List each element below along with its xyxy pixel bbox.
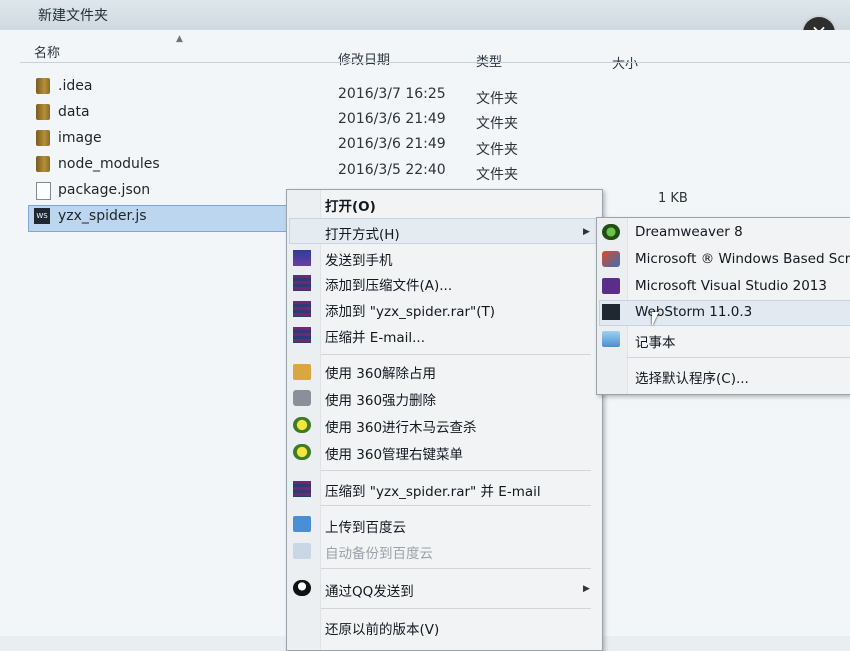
file-name: package.json bbox=[58, 182, 151, 198]
winrar-icon bbox=[293, 275, 311, 291]
winrar-icon bbox=[293, 327, 311, 343]
file-type: 文件夹 bbox=[476, 116, 518, 132]
menu-item-open[interactable]: 打开(O) bbox=[325, 195, 376, 215]
column-header-date[interactable]: 修改日期 bbox=[338, 49, 390, 68]
menu-item-add-to-rar[interactable]: 添加到 "yzx_spider.rar"(T) bbox=[325, 300, 495, 320]
menu-item-360-delete[interactable]: 使用 360强力删除 bbox=[325, 389, 436, 409]
file-name: yzx_spider.js bbox=[58, 208, 147, 224]
menu-item-360-scan[interactable]: 使用 360进行木马云查杀 bbox=[325, 416, 477, 436]
menu-item-compress-email[interactable]: 压缩并 E-mail... bbox=[325, 326, 425, 346]
360-scan-icon bbox=[293, 417, 311, 433]
window-title: 新建文件夹 bbox=[38, 8, 108, 24]
file-type: 文件夹 bbox=[476, 167, 518, 183]
winrar-icon bbox=[293, 481, 311, 497]
menu-item-360-manage-menu[interactable]: 使用 360管理右键菜单 bbox=[325, 443, 463, 463]
file-name: .idea bbox=[58, 78, 93, 94]
open-with-dreamweaver[interactable]: Dreamweaver 8 bbox=[635, 224, 743, 240]
folder-icon bbox=[36, 156, 50, 172]
menu-separator bbox=[321, 505, 591, 506]
folder-icon bbox=[36, 130, 50, 146]
menu-item-auto-backup-baidu[interactable]: 自动备份到百度云 bbox=[325, 542, 433, 562]
menu-separator bbox=[627, 357, 850, 358]
360-unlock-icon bbox=[293, 364, 311, 380]
submenu-arrow-icon: ▶ bbox=[583, 227, 590, 237]
menu-item-compress-to-rar-email[interactable]: 压缩到 "yzx_spider.rar" 并 E-mail bbox=[325, 480, 541, 500]
file-date: 2016/3/7 16:25 bbox=[338, 86, 446, 102]
menu-separator bbox=[321, 608, 591, 609]
menu-item-add-to-archive[interactable]: 添加到压缩文件(A)... bbox=[325, 274, 452, 294]
file-date: 2016/3/5 22:40 bbox=[338, 162, 446, 178]
menu-separator bbox=[321, 470, 591, 471]
menu-item-upload-baidu[interactable]: 上传到百度云 bbox=[325, 516, 406, 536]
notepad-icon bbox=[602, 331, 620, 347]
menu-separator bbox=[321, 354, 591, 355]
baidu-cloud-icon bbox=[293, 516, 311, 532]
dreamweaver-icon bbox=[602, 224, 620, 240]
winrar-icon bbox=[293, 301, 311, 317]
baidu-cloud-icon bbox=[293, 543, 311, 559]
window-titlebar: 新建文件夹 bbox=[0, 0, 850, 30]
file-name: data bbox=[58, 104, 90, 120]
webstorm-file-icon: WS bbox=[34, 208, 50, 224]
file-name: node_modules bbox=[58, 156, 160, 172]
context-menu: 打开(O) 打开方式(H) ▶ 发送到手机 添加到压缩文件(A)... 添加到 … bbox=[286, 189, 603, 651]
open-with-submenu: Dreamweaver 8 Microsoft ® Windows Based … bbox=[596, 217, 850, 395]
webstorm-icon bbox=[602, 304, 620, 320]
open-with-visual-studio[interactable]: Microsoft Visual Studio 2013 bbox=[635, 278, 827, 294]
menu-item-360-unlock[interactable]: 使用 360解除占用 bbox=[325, 362, 436, 382]
submenu-arrow-icon: ▶ bbox=[583, 584, 590, 594]
file-date: 2016/3/6 21:49 bbox=[338, 136, 446, 152]
file-size: 1 KB bbox=[658, 191, 688, 206]
file-type: 文件夹 bbox=[476, 91, 518, 107]
menu-item-send-to-phone[interactable]: 发送到手机 bbox=[325, 249, 393, 269]
menu-item-open-with[interactable]: 打开方式(H) bbox=[325, 223, 400, 243]
json-file-icon bbox=[36, 182, 51, 200]
menu-item-send-via-qq[interactable]: 通过QQ发送到 bbox=[325, 580, 414, 600]
script-host-icon bbox=[602, 251, 620, 267]
mouse-cursor-icon bbox=[652, 312, 659, 326]
360-menu-icon bbox=[293, 444, 311, 460]
send-to-phone-icon bbox=[293, 250, 311, 266]
header-divider bbox=[20, 62, 850, 63]
sort-caret-icon: ▲ bbox=[176, 34, 183, 44]
visual-studio-icon bbox=[602, 278, 620, 294]
column-header-type[interactable]: 类型 bbox=[476, 51, 502, 70]
open-with-choose-default[interactable]: 选择默认程序(C)... bbox=[635, 367, 749, 387]
file-name: image bbox=[58, 130, 102, 146]
file-type: 文件夹 bbox=[476, 142, 518, 158]
file-date: 2016/3/6 21:49 bbox=[338, 111, 446, 127]
folder-icon bbox=[36, 78, 50, 94]
folder-icon bbox=[36, 104, 50, 120]
open-with-notepad[interactable]: 记事本 bbox=[635, 331, 676, 351]
open-with-windows-script-host[interactable]: Microsoft ® Windows Based Scr bbox=[635, 251, 850, 267]
menu-item-restore-previous[interactable]: 还原以前的版本(V) bbox=[325, 618, 439, 638]
column-header-name[interactable]: 名称 bbox=[34, 42, 60, 61]
menu-separator bbox=[321, 568, 591, 569]
360-delete-icon bbox=[293, 390, 311, 406]
qq-penguin-icon bbox=[293, 580, 311, 596]
